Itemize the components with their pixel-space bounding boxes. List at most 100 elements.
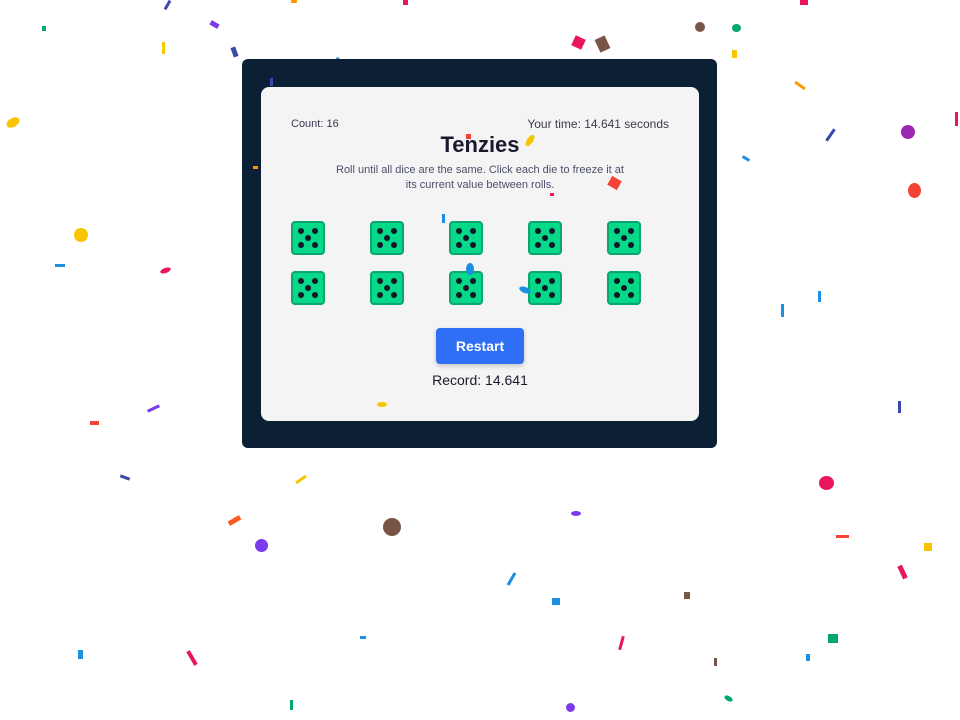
die-pip	[549, 228, 555, 234]
die-pip	[535, 292, 541, 298]
die-pip	[628, 228, 634, 234]
die-10[interactable]	[607, 271, 641, 305]
confetti-piece	[695, 22, 705, 32]
confetti-piece	[955, 112, 958, 126]
die-pip	[628, 242, 634, 248]
die-pip	[470, 228, 476, 234]
die-pip	[298, 278, 304, 284]
confetti-piece	[295, 474, 307, 485]
confetti-piece	[828, 634, 838, 643]
die-pip	[391, 278, 397, 284]
confetti-piece	[924, 543, 932, 551]
confetti-piece	[897, 564, 908, 580]
die-pip	[298, 242, 304, 248]
die-pip	[391, 228, 397, 234]
die-pip	[549, 278, 555, 284]
confetti-piece	[227, 515, 242, 526]
die-pip	[391, 292, 397, 298]
game-frame: Count: 16 Your time: 14.641 seconds Tenz…	[242, 59, 717, 448]
confetti-piece	[383, 518, 401, 536]
die-pip	[377, 228, 383, 234]
die-pip	[628, 278, 634, 284]
die-pip	[614, 292, 620, 298]
die-3[interactable]	[449, 221, 483, 255]
die-pip	[614, 242, 620, 248]
confetti-piece	[159, 266, 172, 275]
confetti-piece	[800, 0, 808, 5]
die-pip	[391, 242, 397, 248]
die-1[interactable]	[291, 221, 325, 255]
die-pip	[456, 292, 462, 298]
confetti-piece	[571, 35, 586, 50]
roll-count: Count: 16	[291, 118, 339, 130]
confetti-piece	[163, 0, 172, 11]
die-6[interactable]	[291, 271, 325, 305]
die-pip	[456, 242, 462, 248]
record-time: Record: 14.641	[432, 372, 528, 388]
confetti-piece	[898, 401, 901, 413]
die-pip	[377, 278, 383, 284]
die-pip	[312, 228, 318, 234]
die-pip	[298, 292, 304, 298]
die-pip	[470, 292, 476, 298]
die-pip	[535, 278, 541, 284]
confetti-piece	[162, 42, 165, 54]
confetti-piece	[714, 658, 717, 666]
confetti-piece	[255, 539, 268, 552]
die-pip	[463, 285, 469, 291]
die-pip	[384, 235, 390, 241]
confetti-piece	[819, 476, 834, 490]
confetti-piece	[403, 0, 408, 5]
die-4[interactable]	[528, 221, 562, 255]
confetti-piece	[290, 700, 293, 710]
die-pip	[384, 285, 390, 291]
confetti-piece	[4, 115, 22, 130]
confetti-piece	[186, 650, 198, 666]
confetti-piece	[90, 421, 99, 425]
confetti-piece	[78, 650, 83, 659]
confetti-piece	[806, 654, 810, 661]
die-pip	[305, 235, 311, 241]
die-pip	[542, 285, 548, 291]
confetti-piece	[119, 474, 131, 481]
die-pip	[298, 228, 304, 234]
die-9[interactable]	[528, 271, 562, 305]
die-7[interactable]	[370, 271, 404, 305]
restart-button[interactable]: Restart	[436, 328, 524, 364]
die-2[interactable]	[370, 221, 404, 255]
confetti-piece	[618, 635, 625, 651]
die-pip	[470, 278, 476, 284]
confetti-piece	[594, 35, 611, 53]
confetti-piece	[732, 50, 737, 58]
instructions-text: Roll until all dice are the same. Click …	[336, 164, 624, 191]
confetti-piece	[901, 125, 915, 139]
die-pip	[535, 228, 541, 234]
die-pip	[312, 242, 318, 248]
game-card: Count: 16 Your time: 14.641 seconds Tenz…	[261, 87, 699, 421]
die-pip	[549, 242, 555, 248]
die-5[interactable]	[607, 221, 641, 255]
die-pip	[377, 292, 383, 298]
die-8[interactable]	[449, 271, 483, 305]
confetti-piece	[781, 304, 784, 317]
confetti-piece	[836, 535, 849, 538]
die-pip	[312, 292, 318, 298]
confetti-piece	[360, 636, 366, 639]
die-pip	[463, 235, 469, 241]
confetti-piece	[209, 20, 220, 29]
dice-grid	[291, 221, 670, 307]
confetti-piece	[684, 592, 690, 599]
die-pip	[377, 242, 383, 248]
confetti-piece	[732, 24, 741, 32]
die-pip	[535, 242, 541, 248]
confetti-piece	[74, 228, 88, 242]
die-pip	[628, 292, 634, 298]
page-title: Tenzies	[440, 132, 520, 157]
confetti-piece	[571, 511, 581, 516]
die-pip	[549, 292, 555, 298]
elapsed-time: Your time: 14.641 seconds	[527, 117, 669, 131]
confetti-piece	[723, 694, 734, 703]
die-pip	[312, 278, 318, 284]
confetti-piece	[825, 128, 836, 142]
confetti-piece	[230, 46, 239, 58]
